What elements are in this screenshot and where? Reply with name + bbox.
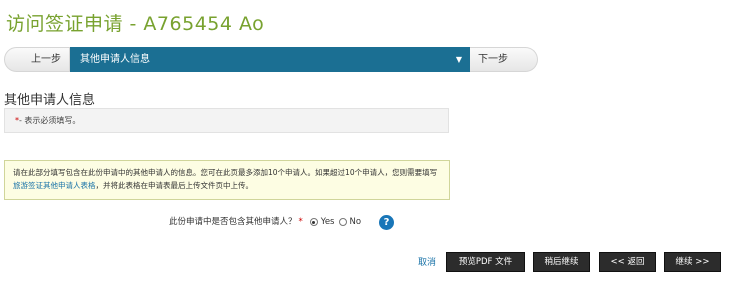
info-text-2: ，并将此表格在申请表最后上传文件页中上传。 <box>95 181 254 190</box>
page-title: 访问签证申请 - A765454 Ao <box>6 13 265 35</box>
dropdown-caret-icon: ▼ <box>455 55 462 64</box>
section-select[interactable]: 其他申请人信息 ▼ <box>70 47 470 72</box>
required-note-text: - 表示必须填写。 <box>19 116 81 125</box>
yes-radio-label[interactable]: Yes <box>321 215 335 229</box>
help-icon[interactable]: ? <box>379 214 395 230</box>
info-text-1: 请在此部分填写包含在此份申请中的其他申请人的信息。您可在此页最多添加10个申请人… <box>13 168 438 177</box>
additional-applicants-form-link[interactable]: 旅游签证其他申请人表格 <box>13 181 96 190</box>
next-step-button[interactable]: 下一步 <box>470 47 538 72</box>
preview-pdf-button[interactable]: 预览PDF 文件 <box>446 252 525 272</box>
back-button[interactable]: << 返回 <box>599 252 656 272</box>
previous-step-button[interactable]: 上一步 <box>4 47 70 72</box>
additional-applicants-question: 此份申请中是否包含其他申请人？ * Yes No ? <box>169 214 395 230</box>
section-select-value: 其他申请人信息 <box>80 54 150 65</box>
no-radio-label[interactable]: No <box>350 215 362 229</box>
required-note-box: *- 表示必须填写。 <box>4 108 449 133</box>
no-radio[interactable] <box>338 218 347 226</box>
question-required-star: * <box>298 217 303 227</box>
continue-button[interactable]: 继续 >> <box>664 252 721 272</box>
question-label: 此份申请中是否包含其他申请人？ <box>169 217 297 227</box>
step-navigation: 上一步 其他申请人信息 ▼ 下一步 <box>4 47 538 72</box>
info-box: 请在此部分填写包含在此份申请中的其他申请人的信息。您可在此页最多添加10个申请人… <box>4 160 450 200</box>
section-heading: 其他申请人信息 <box>4 93 96 108</box>
save-later-button[interactable]: 稍后继续 <box>533 252 590 272</box>
yes-radio[interactable] <box>309 218 318 226</box>
cancel-link[interactable]: 取消 <box>418 255 436 268</box>
